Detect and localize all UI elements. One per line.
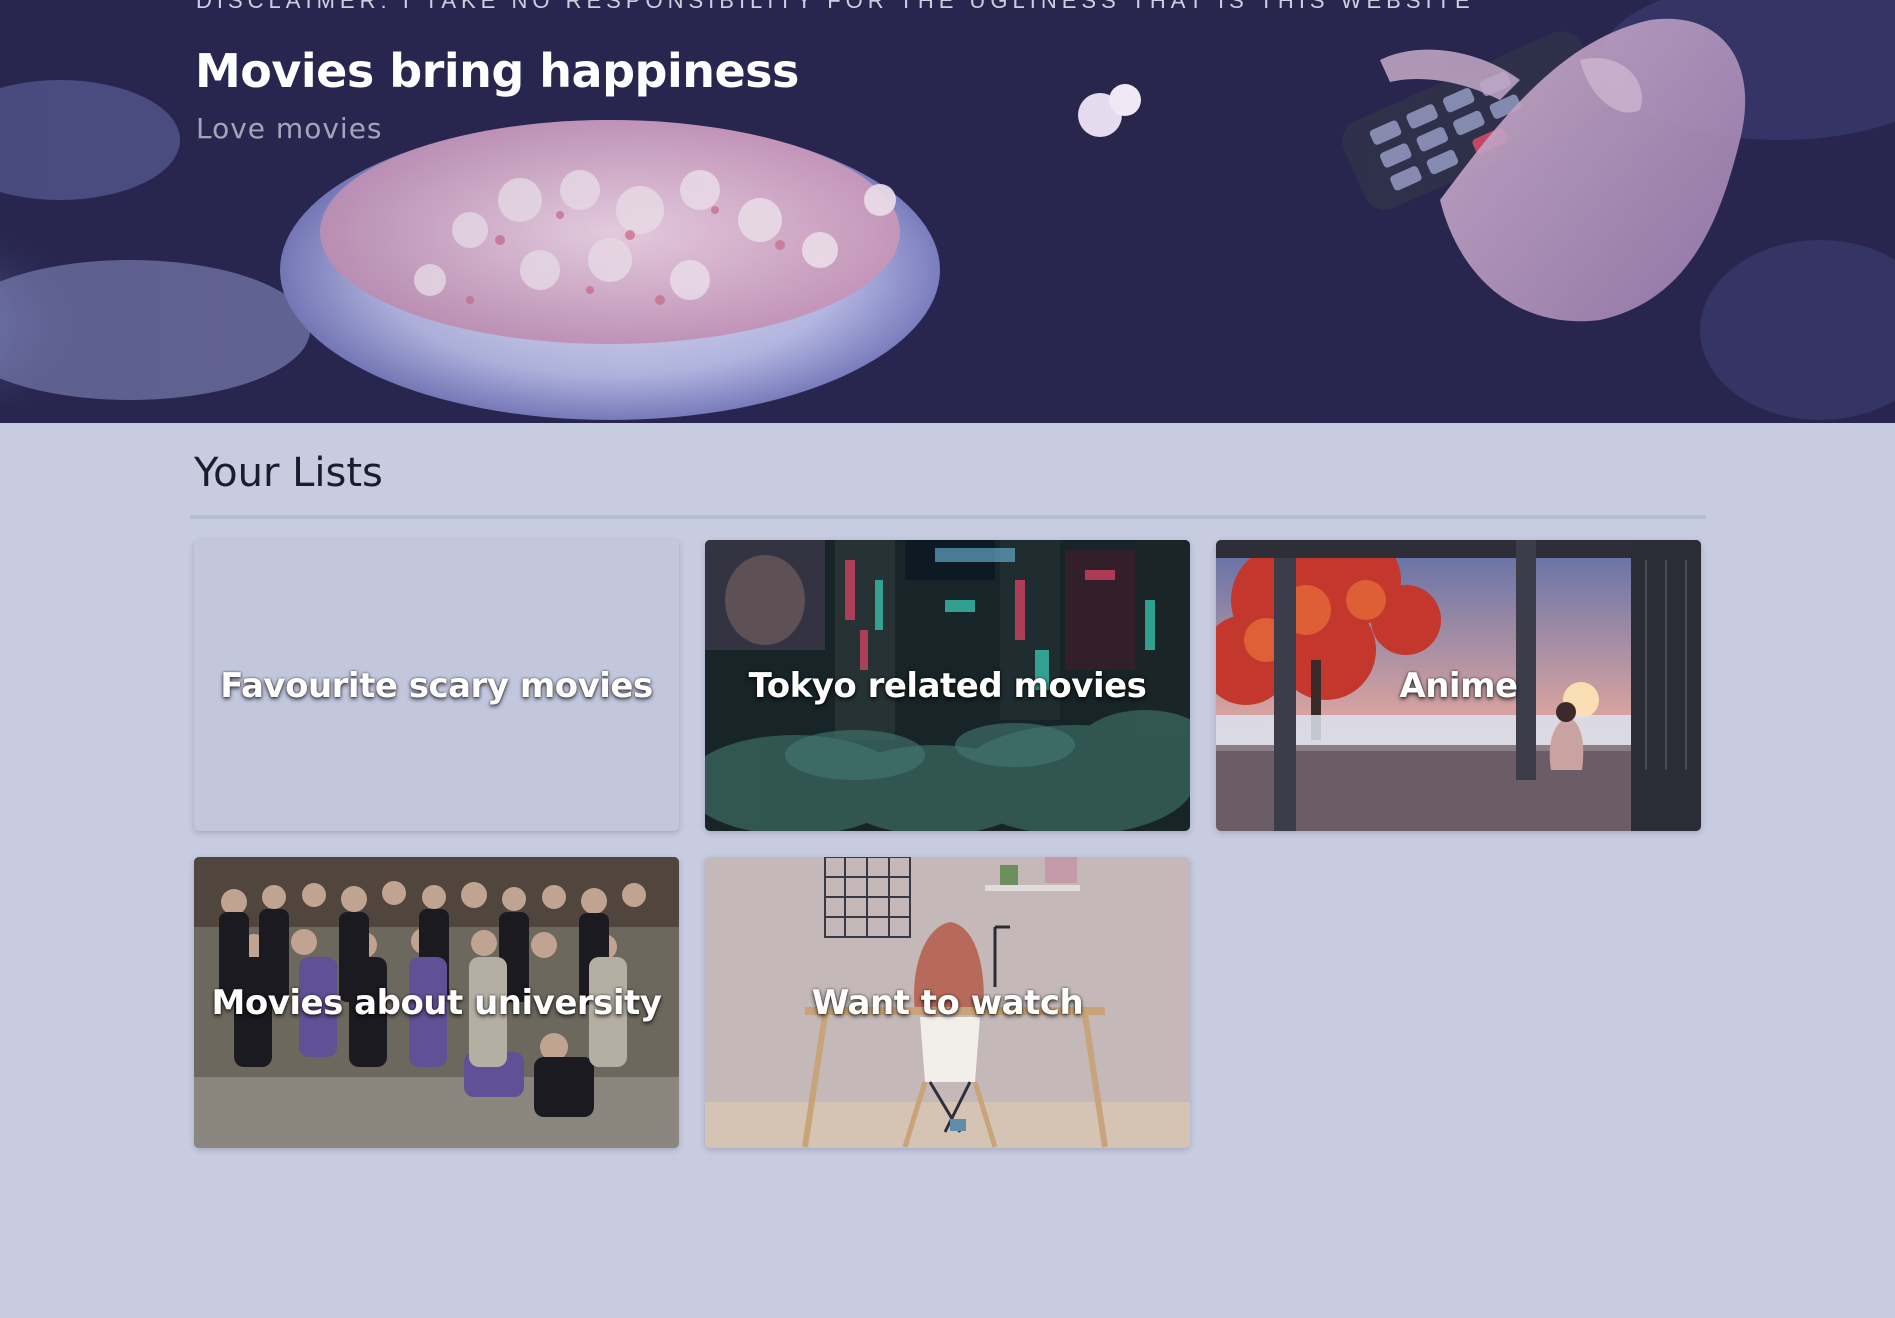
list-card-movies-about-university[interactable]: Movies about university [194,857,679,1148]
list-card-label: Want to watch [811,982,1084,1023]
hero-subtitle: Love movies [196,112,383,145]
list-card-label: Favourite scary movies [220,665,653,706]
list-card-favourite-scary-movies[interactable]: Favourite scary movies [194,540,679,831]
heading-divider [190,515,1706,519]
list-card-label: Tokyo related movies [748,665,1147,706]
disclaimer-text: DISCLAIMER: I TAKE NO RESPONSIBILITY FOR… [196,0,1475,13]
hero-title: Movies bring happiness [195,44,799,98]
list-card-label: Anime [1399,665,1518,706]
list-card-anime[interactable]: Anime [1216,540,1701,831]
list-card-want-to-watch[interactable]: Want to watch [705,857,1190,1148]
list-card-tokyo-related-movies[interactable]: Tokyo related movies [705,540,1190,831]
hero-banner: DISCLAIMER: I TAKE NO RESPONSIBILITY FOR… [0,0,1895,423]
list-card-label: Movies about university [211,982,662,1023]
your-lists-heading: Your Lists [194,450,383,496]
